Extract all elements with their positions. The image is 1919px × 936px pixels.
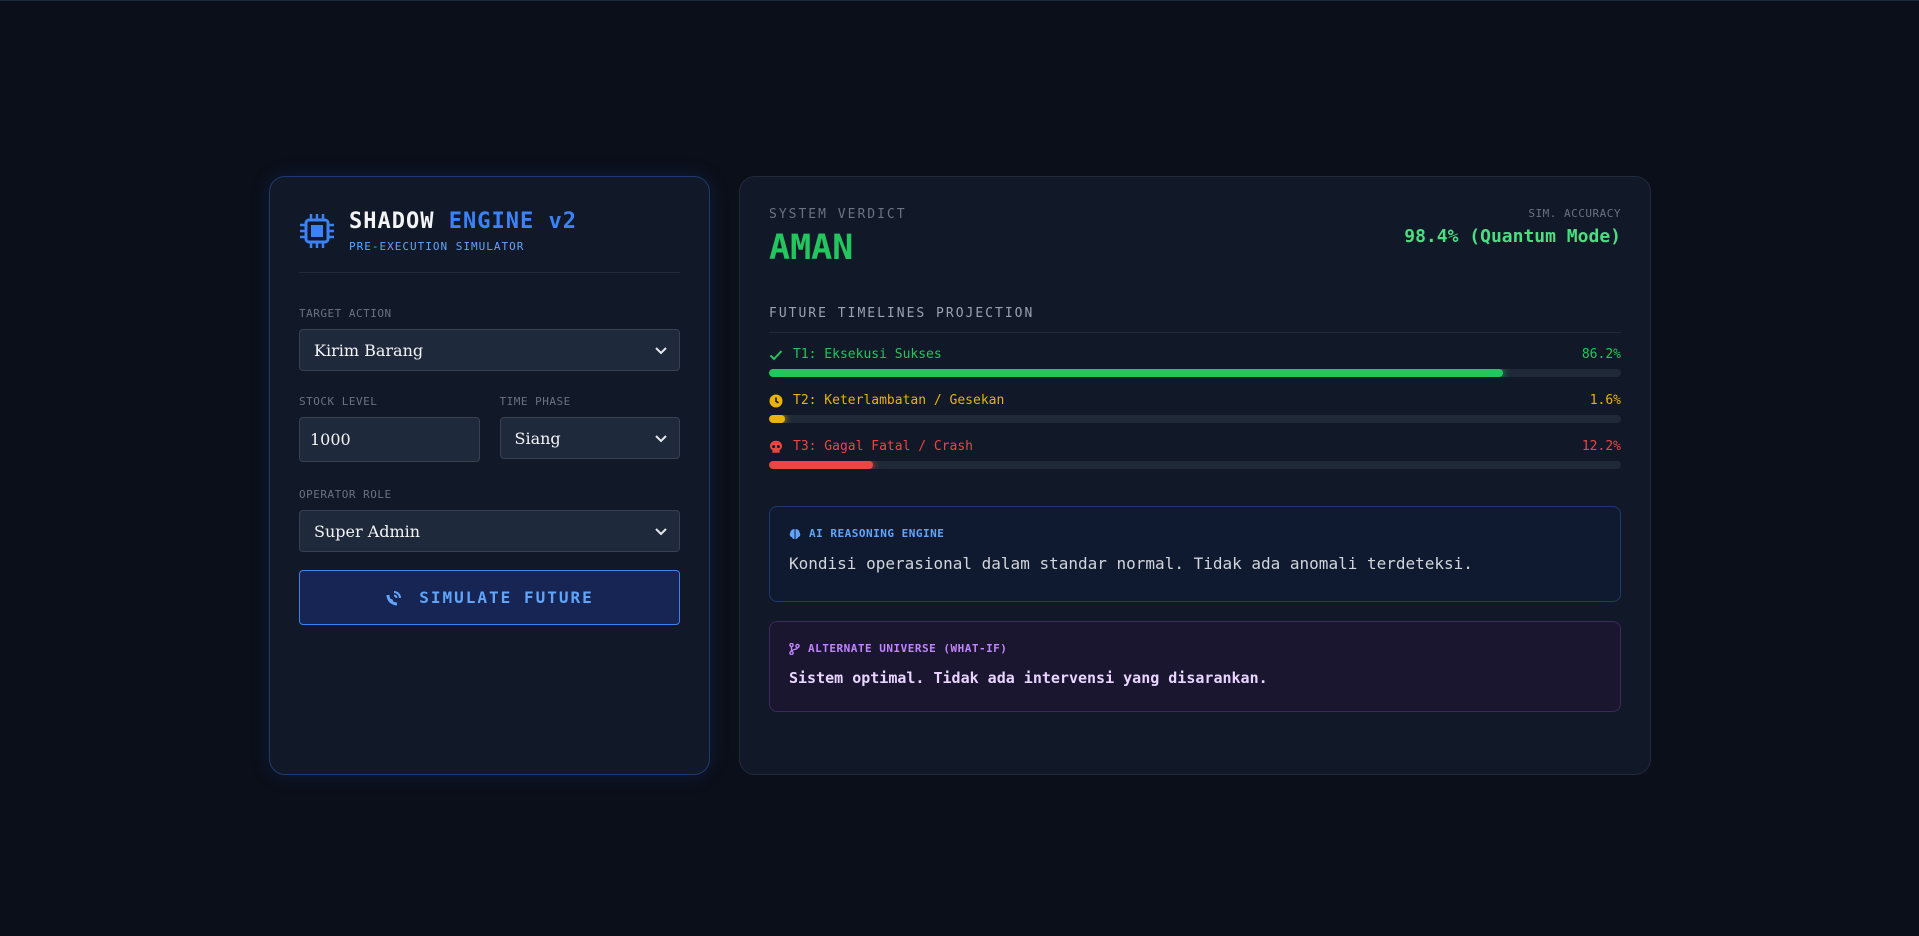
verdict-label: SYSTEM VERDICT [769, 207, 907, 222]
cpu-chip-icon [300, 214, 334, 248]
accuracy-value: 98.4% (Quantum Mode) [1404, 226, 1621, 247]
operator-role-label: OPERATOR ROLE [299, 488, 392, 501]
operator-role-select[interactable]: Super Admin [299, 510, 680, 552]
alternate-universe-box: ALTERNATE UNIVERSE (WHAT-IF) Sistem opti… [769, 621, 1621, 712]
target-action-select[interactable]: Kirim Barang [299, 329, 680, 371]
timeline-name: T1: Eksekusi Sukses [793, 347, 942, 362]
stock-level-value: 1000 [310, 430, 351, 449]
alternate-universe-title: ALTERNATE UNIVERSE (WHAT-IF) [808, 642, 1008, 655]
code-branch-icon [789, 642, 800, 655]
skull-icon [770, 440, 782, 453]
timeline-item: T1: Eksekusi Sukses 86.2% [769, 347, 1621, 377]
target-action-label: TARGET ACTION [299, 307, 392, 320]
timeline-name: T3: Gagal Fatal / Crash [793, 439, 974, 454]
timeline-bar-fill [769, 415, 786, 423]
stock-time-row: STOCK LEVEL 1000 TIME PHASE Siang [299, 395, 680, 462]
check-icon [769, 349, 783, 360]
timeline-item: T3: Gagal Fatal / Crash 12.2% [769, 439, 1621, 469]
ai-reasoning-box: AI REASONING ENGINE Kondisi operasional … [769, 506, 1621, 602]
brain-icon [789, 528, 801, 539]
timeline-name: T2: Keterlambatan / Gesekan [793, 393, 1005, 408]
clock-icon [769, 394, 783, 407]
timeline-percent: 12.2% [1581, 439, 1621, 454]
target-action-value: Kirim Barang [314, 340, 424, 360]
timeline-percent: 86.2% [1581, 347, 1621, 362]
satellite-dish-icon [386, 590, 402, 605]
timelines-list: T1: Eksekusi Sukses 86.2% T2: Keterlamba… [769, 347, 1621, 469]
app-subtitle: PRE-EXECUTION SIMULATOR [349, 240, 525, 253]
ai-reasoning-text: Kondisi operasional dalam standar normal… [789, 554, 1473, 573]
control-panel: SHADOW ENGINE v2 PRE-EXECUTION SIMULATOR… [269, 176, 710, 775]
timelines-title: FUTURE TIMELINES PROJECTION [769, 306, 1621, 333]
time-phase-label: TIME PHASE [499, 395, 571, 408]
brand-header: SHADOW ENGINE v2 PRE-EXECUTION SIMULATOR [299, 209, 680, 273]
time-phase-select[interactable]: Siang [499, 417, 680, 459]
app-title-part2: ENGINE v2 [448, 209, 577, 234]
timeline-item: T2: Keterlambatan / Gesekan 1.6% [769, 393, 1621, 423]
app-title: SHADOW ENGINE v2 [349, 209, 577, 234]
app-title-part1: SHADOW [349, 209, 435, 234]
time-phase-value: Siang [514, 428, 561, 448]
simulate-future-button[interactable]: SIMULATE FUTURE [299, 570, 680, 625]
stock-level-label: STOCK LEVEL [299, 395, 378, 408]
timeline-bar-fill [769, 461, 873, 469]
stock-level-input[interactable]: 1000 [299, 417, 480, 462]
accuracy-label: SIM. ACCURACY [1528, 207, 1621, 220]
results-panel: SYSTEM VERDICT AMAN SIM. ACCURACY 98.4% … [739, 176, 1651, 775]
alternate-universe-text: Sistem optimal. Tidak ada intervensi yan… [789, 669, 1268, 687]
verdict-value: AMAN [769, 228, 854, 268]
simulate-future-label: SIMULATE FUTURE [419, 588, 594, 607]
timeline-percent: 1.6% [1589, 393, 1621, 408]
verdict-row: SYSTEM VERDICT AMAN SIM. ACCURACY 98.4% … [769, 207, 1621, 268]
operator-role-value: Super Admin [314, 521, 421, 541]
timeline-bar-fill [769, 369, 1504, 377]
timeline-track [769, 461, 1621, 469]
ai-reasoning-title: AI REASONING ENGINE [809, 527, 945, 540]
chevron-down-icon [655, 435, 667, 443]
timeline-track [769, 369, 1621, 377]
timeline-track [769, 415, 1621, 423]
target-action-field: TARGET ACTION Kirim Barang [299, 307, 680, 371]
chevron-down-icon [655, 528, 667, 536]
chevron-down-icon [655, 347, 667, 355]
operator-role-field: OPERATOR ROLE Super Admin [299, 488, 680, 552]
